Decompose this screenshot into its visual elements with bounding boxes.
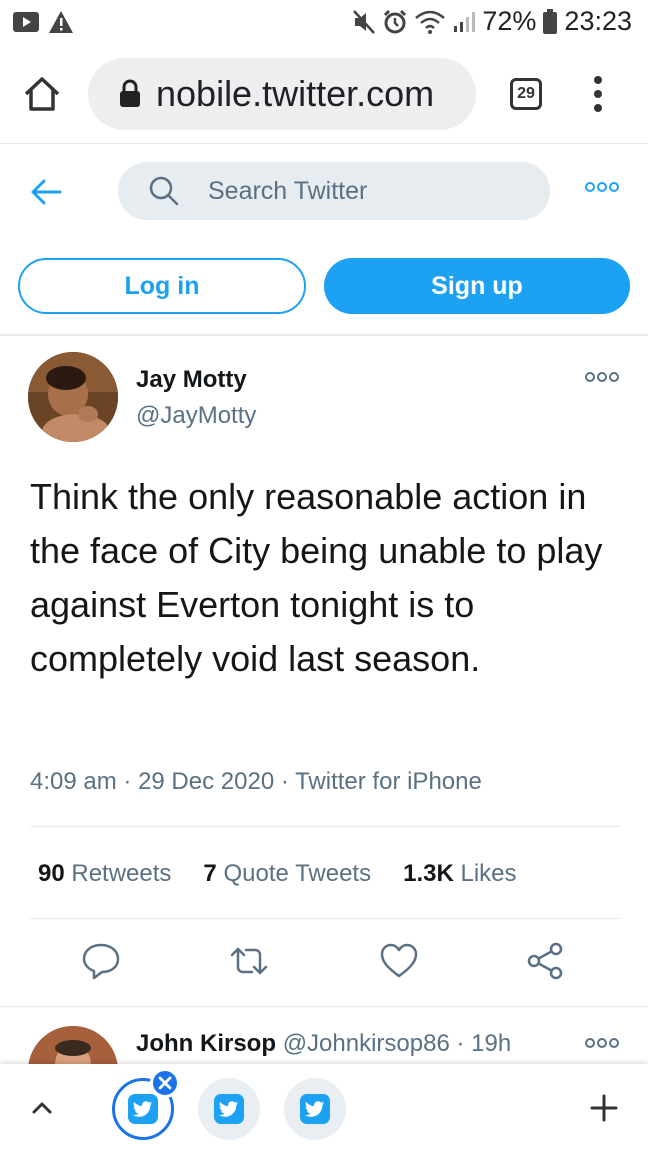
browser-toolbar: nobile.twitter.com 29 bbox=[0, 44, 648, 144]
divider bbox=[30, 918, 620, 919]
url-text: nobile.twitter.com bbox=[156, 73, 435, 114]
tweet-stats: 90 Retweets 7 Quote Tweets 1.3K Likes bbox=[38, 860, 517, 888]
reply-author-handle[interactable]: @Johnkirsop86 bbox=[283, 1030, 450, 1057]
lock-icon bbox=[120, 79, 140, 107]
battery-icon bbox=[543, 8, 558, 34]
system-icons: 72% 23:23 bbox=[352, 6, 632, 37]
avatar[interactable] bbox=[28, 1026, 118, 1066]
twitter-icon bbox=[128, 1094, 158, 1124]
wifi-icon bbox=[415, 10, 446, 34]
close-tab-icon[interactable] bbox=[150, 1068, 180, 1098]
divider bbox=[30, 826, 620, 827]
alarm-icon bbox=[384, 9, 407, 33]
tweet-actions bbox=[0, 940, 648, 988]
retweets-count: 90 bbox=[38, 860, 65, 887]
signup-button[interactable]: Sign up bbox=[324, 258, 630, 314]
browser-tab-strip bbox=[0, 1064, 648, 1152]
tab-twitter-3[interactable] bbox=[284, 1078, 346, 1140]
divider bbox=[0, 1006, 648, 1007]
status-bar: 72% 23:23 bbox=[0, 0, 648, 44]
reply-author-name[interactable]: John Kirsop bbox=[136, 1030, 276, 1057]
author-name[interactable]: Jay Motty bbox=[136, 366, 247, 394]
reply-more-icon[interactable] bbox=[585, 1038, 619, 1048]
tab-switcher-button[interactable]: 29 bbox=[510, 78, 542, 110]
retweets-label: Retweets bbox=[71, 860, 172, 887]
tweet-date[interactable]: 29 Dec 2020 bbox=[138, 768, 274, 795]
retweets-stat[interactable]: 90 Retweets bbox=[38, 860, 171, 887]
warning-icon bbox=[49, 11, 73, 33]
divider bbox=[0, 334, 648, 336]
twitter-icon bbox=[214, 1094, 244, 1124]
reply-icon[interactable] bbox=[80, 940, 122, 982]
likes-label: Likes bbox=[460, 860, 517, 887]
reply-age: 19h bbox=[471, 1030, 512, 1057]
likes-stat[interactable]: 1.3K Likes bbox=[403, 860, 516, 887]
avatar-image bbox=[28, 352, 118, 442]
browser-menu-icon[interactable] bbox=[588, 72, 608, 116]
reply-tweet[interactable]: John Kirsop @Johnkirsop86 · 19h bbox=[0, 1010, 648, 1066]
tweet-more-icon[interactable] bbox=[585, 372, 619, 382]
tweet-text: Think the only reasonable action in the … bbox=[30, 476, 603, 679]
more-options-icon[interactable] bbox=[585, 182, 619, 192]
search-input[interactable]: Search Twitter bbox=[118, 162, 550, 220]
meta-separator: · bbox=[123, 768, 139, 795]
new-tab-plus-icon[interactable] bbox=[588, 1092, 620, 1124]
tweet-source[interactable]: Twitter for iPhone bbox=[295, 768, 482, 795]
like-heart-icon[interactable] bbox=[378, 940, 420, 982]
quote-label: Quote Tweets bbox=[223, 860, 372, 887]
twitter-header: Search Twitter bbox=[0, 150, 648, 240]
clock-time: 23:23 bbox=[564, 6, 632, 36]
url-bar[interactable]: nobile.twitter.com bbox=[88, 58, 476, 130]
search-placeholder: Search Twitter bbox=[208, 176, 368, 205]
twitter-icon bbox=[300, 1094, 330, 1124]
auth-buttons: Log in Sign up bbox=[0, 258, 648, 316]
tab-twitter-2[interactable] bbox=[198, 1078, 260, 1140]
tweet-meta: 4:09 am · 29 Dec 2020 · Twitter for iPho… bbox=[30, 768, 482, 796]
search-icon bbox=[149, 176, 179, 206]
home-icon[interactable] bbox=[22, 74, 62, 114]
share-icon[interactable] bbox=[524, 940, 566, 982]
reply-header: John Kirsop @Johnkirsop86 · 19h bbox=[136, 1030, 511, 1058]
author-handle[interactable]: @JayMotty bbox=[136, 402, 256, 430]
youtube-notification-icon bbox=[13, 12, 39, 32]
chevron-up-icon[interactable] bbox=[28, 1094, 56, 1122]
mute-icon bbox=[353, 9, 376, 34]
signal-icon bbox=[454, 11, 476, 32]
battery-percent: 72% bbox=[482, 6, 537, 36]
tweet-time[interactable]: 4:09 am bbox=[30, 768, 117, 795]
reply-avatar-image bbox=[28, 1026, 118, 1066]
quote-tweets-stat[interactable]: 7 Quote Tweets bbox=[203, 860, 371, 887]
likes-count: 1.3K bbox=[403, 860, 454, 887]
meta-separator: · bbox=[456, 1030, 472, 1057]
avatar[interactable] bbox=[28, 352, 118, 442]
login-button[interactable]: Log in bbox=[18, 258, 306, 314]
meta-separator: · bbox=[280, 768, 296, 795]
back-arrow-icon[interactable] bbox=[28, 174, 64, 210]
quote-count: 7 bbox=[203, 860, 217, 887]
notification-icons bbox=[12, 10, 74, 34]
retweet-icon[interactable] bbox=[228, 940, 270, 982]
